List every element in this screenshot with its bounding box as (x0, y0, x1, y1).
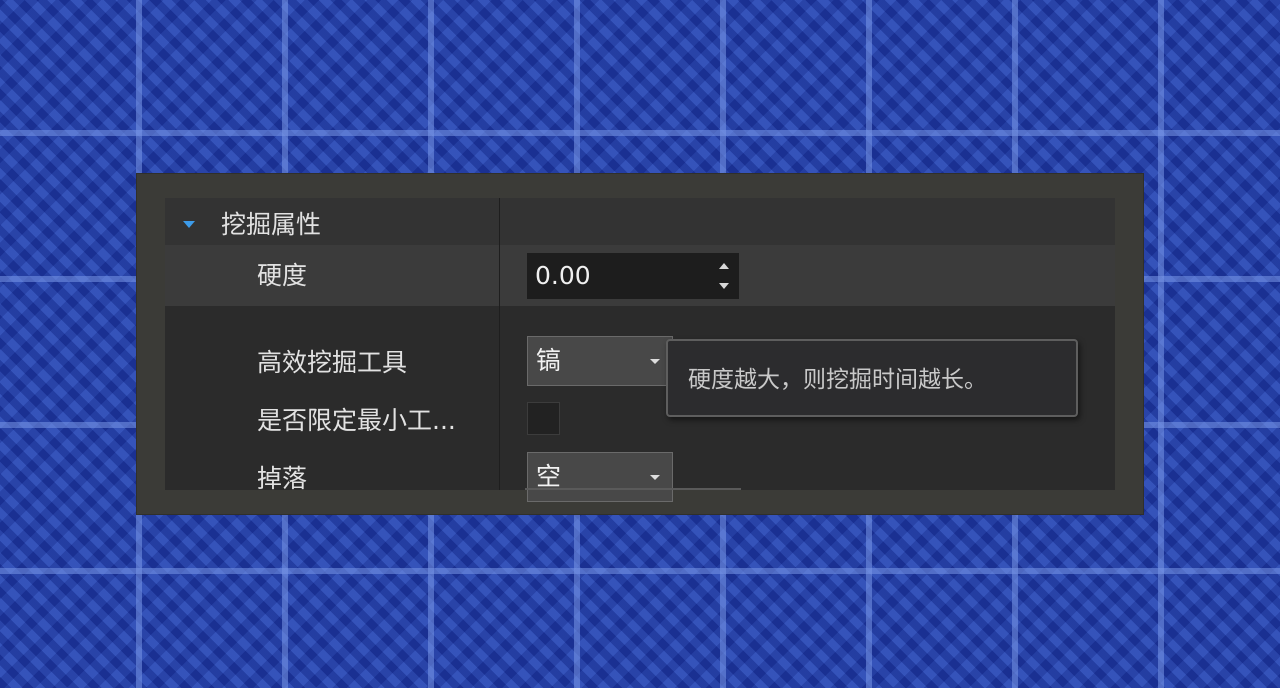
chevron-down-icon (650, 475, 660, 480)
hardness-tooltip: 硬度越大，则挖掘时间越长。 (666, 339, 1078, 417)
hardness-label: 硬度 (257, 261, 308, 290)
spin-down-icon[interactable] (719, 283, 729, 289)
chevron-down-icon (650, 359, 660, 364)
hardness-number-input[interactable]: 0.00 (527, 253, 739, 299)
scroll-edge-bottom (525, 488, 741, 490)
efficient-tool-value: 镐 (536, 346, 562, 375)
efficient-tool-label: 高效挖掘工具 (257, 348, 408, 377)
section-header-dig-properties[interactable]: 挖掘属性 (165, 198, 1115, 245)
drop-dropdown[interactable]: 空 (527, 452, 673, 502)
expand-triangle-icon[interactable] (183, 221, 195, 228)
drop-label: 掉落 (257, 464, 308, 493)
limit-min-tool-checkbox[interactable] (527, 402, 560, 435)
hardness-value[interactable]: 0.00 (535, 261, 591, 291)
section-title: 挖掘属性 (221, 210, 322, 239)
limit-min-tool-label: 是否限定最小工... (257, 406, 456, 435)
tooltip-text: 硬度越大，则挖掘时间越长。 (688, 367, 987, 393)
spin-up-icon[interactable] (719, 263, 729, 269)
efficient-tool-dropdown[interactable]: 镐 (527, 336, 673, 386)
column-divider[interactable] (499, 198, 500, 490)
